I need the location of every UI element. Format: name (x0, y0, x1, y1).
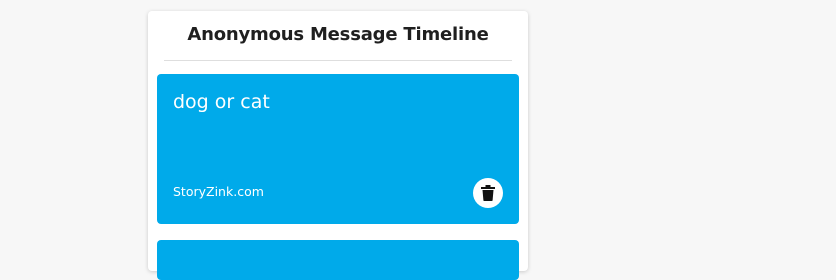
delete-message-button[interactable] (473, 178, 503, 208)
message-card (157, 240, 519, 280)
timeline-panel: Anonymous Message Timeline dog or cat St… (148, 11, 528, 280)
message-card: dog or cat StoryZink.com (157, 74, 519, 224)
message-text: dog or cat (173, 91, 270, 113)
page-title: Anonymous Message Timeline (187, 24, 489, 45)
title-divider (164, 60, 512, 61)
site-label: StoryZink.com (173, 184, 264, 199)
trash-icon (481, 185, 495, 201)
